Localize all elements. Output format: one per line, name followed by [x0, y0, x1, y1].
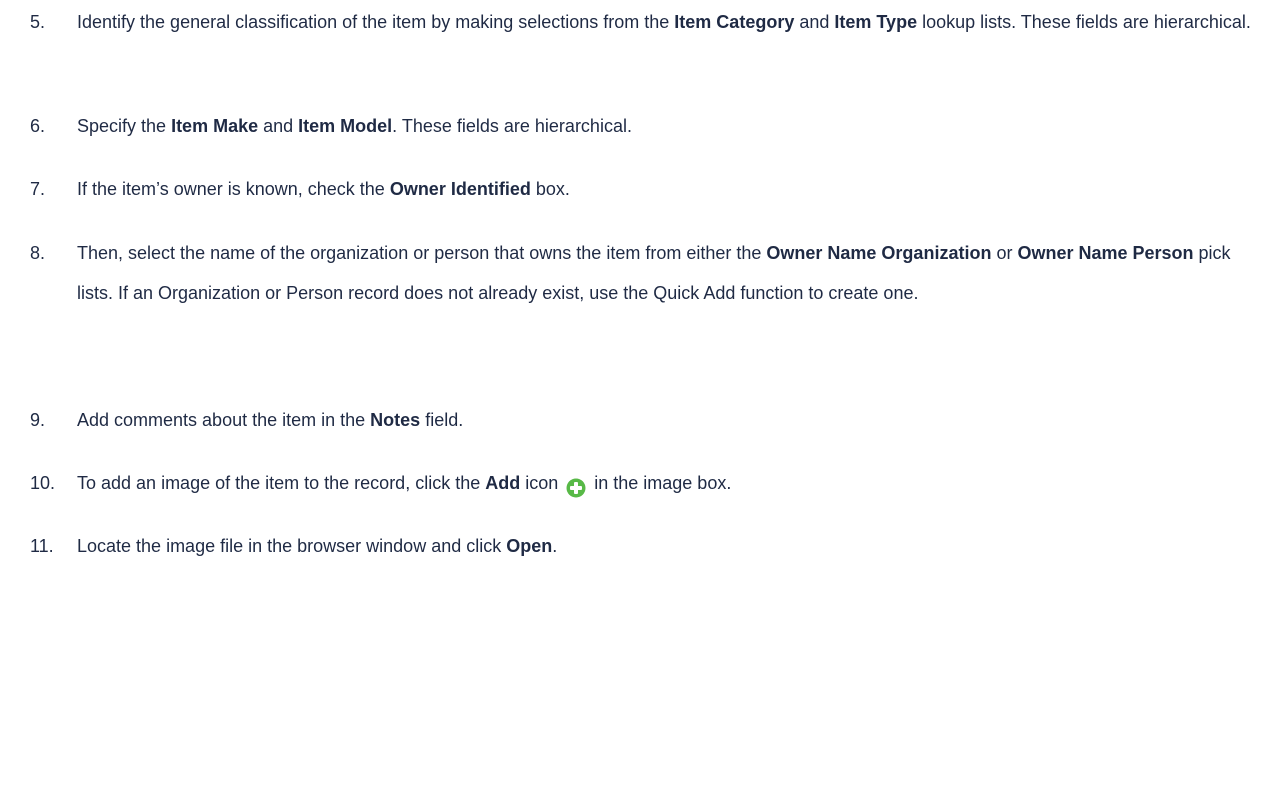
step-text-run: To add an image of the item to the recor… [77, 473, 486, 493]
step-text: Specify the Item Make and Item Model. Th… [77, 106, 1252, 146]
field-name: Add [485, 473, 521, 493]
step-text: To add an image of the item to the recor… [77, 463, 1252, 503]
step-text-run: Locate the image file in the browser win… [77, 536, 507, 556]
instruction-steps: 5. Identify the general classification o… [0, 0, 1265, 810]
step-text-run: Add comments about the item in the [77, 410, 371, 430]
step-number: 5. [30, 12, 46, 32]
step-text-run: or [991, 243, 1018, 263]
step-text: Then, select the name of the organizatio… [77, 233, 1252, 313]
step-text: Identify the general classification of t… [77, 2, 1252, 42]
field-name: Owner Name Organization [766, 243, 992, 263]
step-text-run: Then, select the name of the organizatio… [77, 243, 767, 263]
step-number: 6. [30, 116, 46, 136]
field-name: Notes [370, 410, 421, 430]
field-name: Item Make [171, 116, 259, 136]
step-number: 7. [30, 179, 46, 199]
field-name: Owner Identified [389, 179, 531, 199]
add-icon [566, 472, 586, 498]
step-number: 10. [30, 473, 56, 493]
step-text: If the item’s owner is known, check the … [77, 169, 1252, 209]
step-text-run: . These fields are hierarchical. [392, 116, 632, 136]
field-name: Open [506, 536, 553, 556]
step-text-run: Identify the general classification of t… [77, 12, 675, 32]
field-name: Item Model [298, 116, 393, 136]
step-text-run: If the item’s owner is known, check the [77, 179, 390, 199]
field-name: Owner Name Person [1017, 243, 1194, 263]
step-text-run: box. [530, 179, 570, 199]
step-text-run: and [258, 116, 299, 136]
step-text: Add comments about the item in the Notes… [77, 400, 1252, 440]
step-text-run: . [552, 536, 558, 556]
step-text-run: and [794, 12, 835, 32]
field-name: Item Category [674, 12, 795, 32]
step-text-run: Specify the [77, 116, 172, 136]
step-text-run: in the image box. [589, 473, 732, 493]
step-text-run: icon [520, 473, 564, 493]
step-text: Locate the image file in the browser win… [77, 526, 1252, 566]
step-number: 9. [30, 410, 46, 430]
field-name: Item Type [834, 12, 918, 32]
step-text-run: lookup lists. These fields are hierarchi… [917, 12, 1251, 32]
step-text-run: field. [420, 410, 464, 430]
step-number: 11. [30, 536, 54, 556]
step-number: 8. [30, 243, 46, 263]
